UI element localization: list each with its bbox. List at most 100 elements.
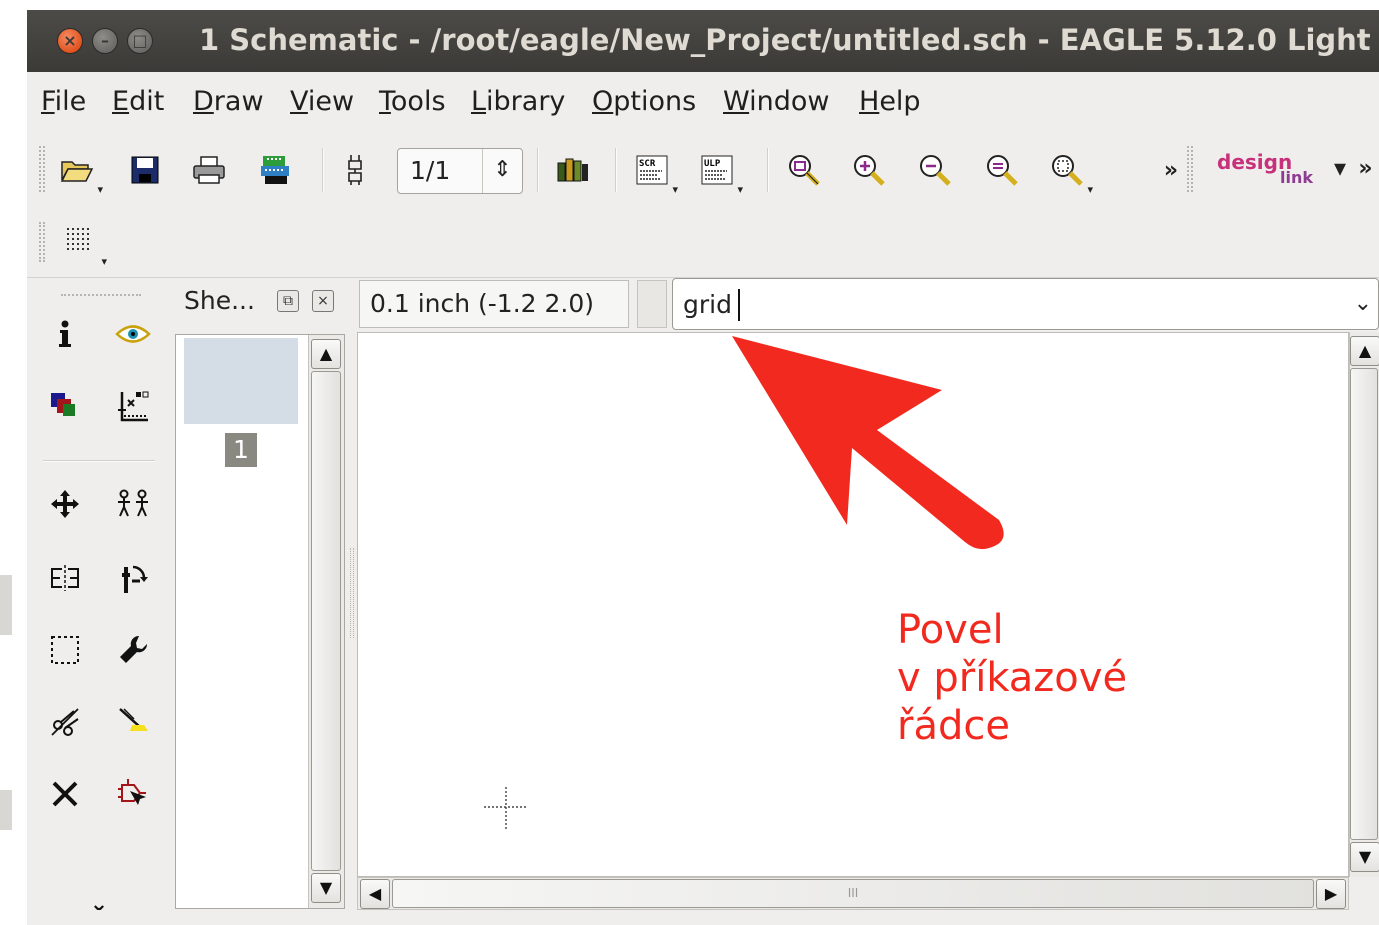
zoom-fit-icon[interactable] [784, 150, 824, 190]
desktop-background [0, 0, 27, 925]
menu-view[interactable]: View [290, 86, 354, 117]
sheet-thumbnail[interactable] [184, 338, 298, 424]
library-use-icon[interactable] [553, 150, 593, 190]
coordinate-text: 0.1 inch (-1.2 2.0) [370, 289, 595, 318]
splitter-grip [350, 548, 354, 638]
menu-help[interactable]: Help [859, 86, 921, 117]
cut-icon[interactable] [45, 702, 85, 742]
sheets-panel: She... ⧉ × 1 ▲ ▼ [172, 278, 347, 915]
panel-splitter[interactable] [347, 278, 357, 918]
show-icon[interactable] [113, 314, 153, 354]
paste-icon[interactable] [113, 702, 153, 742]
menu-window[interactable]: Window [723, 86, 829, 117]
scroll-right-icon[interactable]: ▶ [1316, 879, 1346, 909]
toolbar-overflow-icon[interactable]: » [1352, 148, 1379, 188]
scroll-up-icon[interactable]: ▲ [311, 339, 341, 369]
ulp-icon[interactable]: ULP [697, 150, 743, 196]
desktop-strip [0, 790, 12, 830]
change-icon[interactable] [113, 630, 153, 670]
sheets-list[interactable]: 1 ▲ ▼ [175, 334, 345, 909]
menu-tools[interactable]: Tools [379, 86, 446, 117]
menu-draw[interactable]: Draw [193, 86, 264, 117]
command-line[interactable]: ⌄ [672, 278, 1379, 330]
open-icon[interactable] [57, 150, 103, 196]
toolbox-grip[interactable] [61, 294, 141, 298]
zoom-select-icon[interactable] [1047, 150, 1093, 196]
menu-file[interactable]: File [41, 86, 86, 117]
maximize-window-button[interactable]: □ [127, 28, 153, 54]
zoom-redraw-icon[interactable] [982, 150, 1022, 190]
mark-icon[interactable] [113, 386, 153, 426]
save-icon[interactable] [125, 150, 165, 190]
grid-icon[interactable] [61, 222, 107, 268]
canvas-vscroll-thumb[interactable] [1350, 368, 1378, 840]
menu-mnemonic: E [112, 86, 130, 117]
close-panel-icon[interactable]: × [312, 290, 334, 312]
toolbar-grip[interactable] [39, 146, 45, 192]
move-icon[interactable] [45, 484, 85, 524]
toolbar-separator [615, 148, 617, 192]
print-icon[interactable] [189, 150, 229, 190]
close-window-button[interactable]: × [57, 28, 83, 54]
coordinate-display: 0.1 inch (-1.2 2.0) [359, 280, 629, 328]
status-bar [27, 910, 1379, 925]
menu-label: iew [307, 86, 355, 117]
crosshair-cursor-icon [484, 787, 528, 831]
info-icon[interactable] [45, 314, 85, 354]
menu-edit[interactable]: Edit [112, 86, 164, 117]
menu-mnemonic: L [471, 86, 487, 117]
menu-mnemonic: D [193, 86, 214, 117]
designlink-logo-bottom[interactable]: link [1280, 168, 1313, 187]
status-box [637, 280, 667, 328]
minimize-window-button[interactable]: – [92, 28, 118, 54]
canvas-hscroll-thumb[interactable]: III [392, 879, 1314, 908]
toolbar-separator [537, 148, 539, 192]
canvas-vertical-scrollbar[interactable]: ▲ ▼ [1349, 332, 1379, 877]
toolbar-separator [322, 148, 324, 192]
script-icon[interactable]: SCR [632, 150, 678, 196]
cam-icon[interactable] [255, 150, 295, 190]
scroll-down-icon[interactable]: ▼ [1350, 842, 1379, 872]
menu-library[interactable]: Library [471, 86, 565, 117]
parameter-toolbar [27, 208, 1379, 278]
menu-mnemonic: F [41, 86, 55, 117]
copy-icon[interactable] [113, 484, 153, 524]
mirror-icon[interactable] [45, 558, 85, 598]
menu-label: raw [213, 86, 264, 117]
title-bar[interactable]: × – □ 1 Schematic - /root/eagle/New_Proj… [27, 10, 1379, 72]
rotate-icon[interactable] [113, 558, 153, 598]
scroll-down-icon[interactable]: ▼ [311, 873, 341, 903]
main-toolbar: 1/1 ⇕ SCR ULP » design [27, 130, 1379, 208]
zoom-out-icon[interactable] [915, 150, 955, 190]
command-input[interactable] [683, 285, 1323, 323]
toolbar-grip[interactable] [1187, 146, 1193, 192]
more-tools-icon[interactable]: » [1151, 150, 1191, 190]
sheet-select-value: 1/1 [410, 156, 451, 185]
menu-mnemonic: O [592, 86, 614, 117]
sheet-icon[interactable] [335, 150, 375, 190]
spin-icon[interactable]: ⇕ [482, 149, 522, 193]
float-panel-icon[interactable]: ⧉ [277, 290, 299, 312]
menu-label: ptions [613, 86, 697, 117]
toolbar-grip[interactable] [39, 222, 45, 262]
menu-label: ibrary [486, 86, 566, 117]
menu-options[interactable]: Options [592, 86, 696, 117]
annotation-arrow [732, 336, 1004, 550]
scroll-left-icon[interactable]: ◀ [360, 879, 390, 909]
sheet-select[interactable]: 1/1 ⇕ [397, 148, 523, 194]
zoom-in-icon[interactable] [849, 150, 889, 190]
command-history-dropdown-icon[interactable]: ⌄ [1354, 291, 1372, 316]
group-icon[interactable] [45, 630, 85, 670]
sheet-number-badge[interactable]: 1 [225, 433, 257, 467]
menu-mnemonic: H [859, 86, 880, 117]
display-layers-icon[interactable] [45, 386, 85, 426]
delete-icon[interactable] [45, 774, 85, 814]
canvas-horizontal-scrollbar[interactable]: ◀ III ▶ [357, 877, 1349, 910]
sheets-scroll-thumb[interactable] [311, 371, 341, 871]
add-icon[interactable] [113, 774, 153, 814]
menu-label: ools [390, 86, 446, 117]
scroll-up-icon[interactable]: ▲ [1350, 336, 1379, 366]
maximize-icon: □ [132, 31, 148, 50]
sheets-scrollbar[interactable]: ▲ ▼ [308, 335, 344, 908]
toolbox-separator [43, 460, 155, 462]
